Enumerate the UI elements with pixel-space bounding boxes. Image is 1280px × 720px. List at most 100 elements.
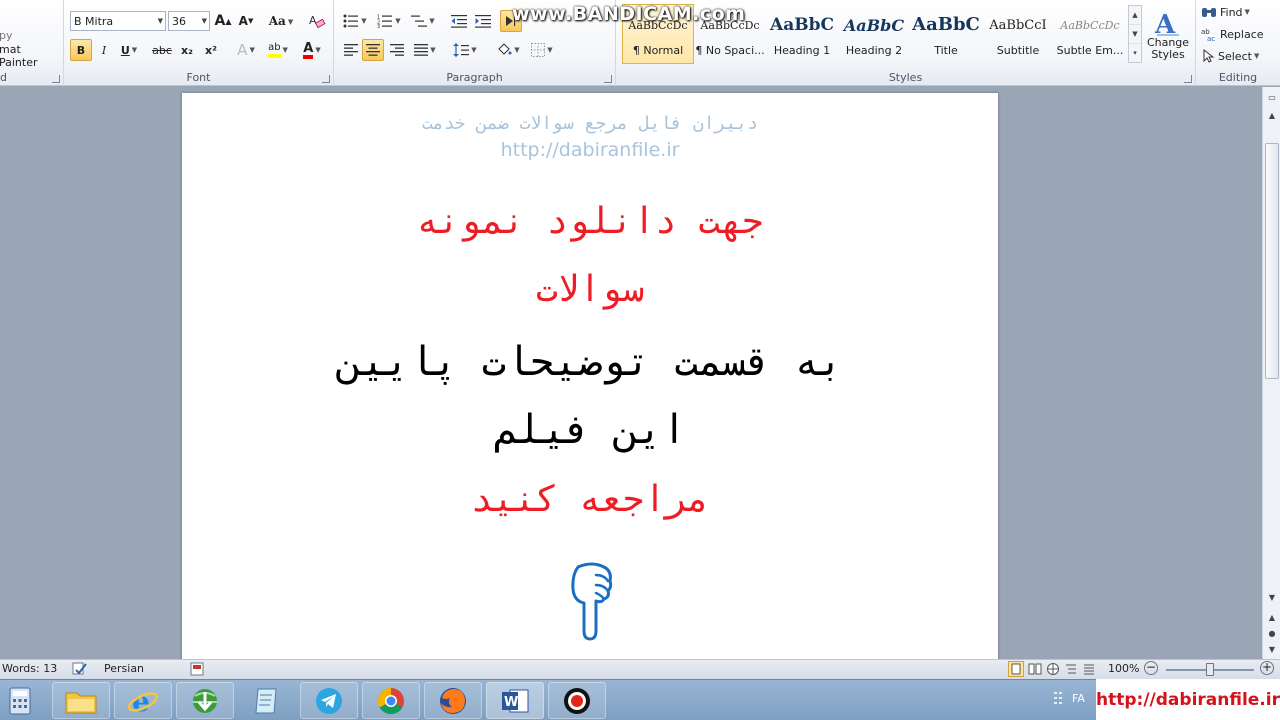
underline-button[interactable]: U ▼ <box>116 39 142 61</box>
subscript-button[interactable]: x₂ <box>176 39 198 61</box>
previous-page-icon[interactable]: ▲ <box>1263 611 1280 625</box>
input-language-indicator[interactable]: FA <box>1072 692 1085 705</box>
pointing-hand-icon <box>571 562 613 641</box>
style-gallery-scroller[interactable]: ▲ ▼ ▾ <box>1128 5 1142 63</box>
taskbar-word[interactable]: W <box>486 682 544 719</box>
numbering-button[interactable]: 1 2 3 ▼ <box>374 10 404 32</box>
macro-record-icon[interactable] <box>190 662 204 676</box>
increase-indent-icon <box>475 15 491 28</box>
draft-view-icon[interactable] <box>1082 662 1096 676</box>
highlight-icon: ab <box>268 42 281 58</box>
paragraph-group-label: Paragraph <box>446 71 503 84</box>
taskbar-chrome[interactable] <box>362 682 420 719</box>
taskbar-bandicam[interactable] <box>548 682 606 719</box>
shading-button[interactable]: ▼ <box>492 39 524 61</box>
recording-watermark: www.BANDICAM.com <box>512 3 746 25</box>
select-button[interactable]: Select ▼ <box>1200 46 1260 66</box>
font-name-combo[interactable]: B Mitra ▼ <box>70 11 166 31</box>
outline-view-icon[interactable] <box>1064 662 1078 676</box>
clear-formatting-button[interactable]: A <box>306 10 328 32</box>
multilevel-list-button[interactable]: ▼ <box>408 10 438 32</box>
font-launcher-icon[interactable] <box>322 75 330 83</box>
vertical-scrollbar[interactable]: ▭ ▲ ▼ ▲ ● ▼ <box>1262 87 1280 659</box>
align-right-button[interactable] <box>386 39 408 61</box>
justify-button[interactable]: ▼ <box>410 39 440 61</box>
align-left-button[interactable] <box>340 39 362 61</box>
chevron-up-icon[interactable]: ▲ <box>1129 6 1141 25</box>
change-case-button[interactable]: Aa ▼ <box>266 10 296 32</box>
paint-bucket-icon <box>498 43 512 55</box>
calculator-icon <box>9 687 31 714</box>
align-center-button[interactable] <box>362 39 384 61</box>
taskbar: e W FA <box>0 679 1280 720</box>
scroll-up-icon[interactable]: ▲ <box>1263 109 1280 123</box>
status-bar: Words: 13 Persian 100% − + <box>0 659 1280 679</box>
proofing-check-icon[interactable] <box>72 661 88 677</box>
italic-button[interactable]: I <box>94 39 114 61</box>
keyboard-layout-icon[interactable] <box>1054 690 1064 710</box>
shrink-font-button[interactable]: A ▼ <box>236 10 256 32</box>
decrease-indent-button[interactable] <box>448 10 470 32</box>
taskbar-internet-explorer[interactable]: e <box>114 682 172 719</box>
superscript-button[interactable]: x² <box>200 39 222 61</box>
text-effects-button[interactable]: A ▼ <box>232 39 260 61</box>
font-color-button[interactable]: A ▼ <box>296 39 328 61</box>
browse-object-icon[interactable]: ● <box>1263 627 1280 641</box>
ruler-toggle-icon[interactable]: ▭ <box>1263 91 1280 105</box>
ribbon: py mat Painter d B Mitra ▼ 36 ▼ A ▲ A ▼ Aa… <box>0 0 1280 86</box>
taskbar-calculator[interactable] <box>0 682 40 719</box>
change-styles-button[interactable]: A Change Styles <box>1144 4 1192 66</box>
svg-text:3: 3 <box>377 24 380 28</box>
taskbar-telegram[interactable] <box>300 682 358 719</box>
line-spacing-button[interactable]: ▼ <box>450 39 480 61</box>
document-page[interactable]: دبیران فایل مرجع سوالات ضمن خدمت http://… <box>182 93 998 659</box>
multilevel-list-icon <box>411 15 428 27</box>
style-preview: AaBbCcDc <box>1060 19 1120 32</box>
bullets-button[interactable]: ▼ <box>340 10 370 32</box>
style-tile-title[interactable]: AaBbC Title <box>910 4 982 64</box>
taskbar-notepad[interactable] <box>238 682 296 719</box>
taskbar-download-manager[interactable] <box>176 682 234 719</box>
print-layout-view-icon[interactable] <box>1008 661 1024 677</box>
style-tile-subtitle[interactable]: AaBbCcI Subtitle <box>982 4 1054 64</box>
borders-button[interactable]: ▼ <box>526 39 558 61</box>
styles-group-label: Styles <box>888 71 923 84</box>
zoom-level[interactable]: 100% <box>1108 662 1139 675</box>
word-count[interactable]: Words: 13 <box>2 662 57 675</box>
chevron-down-icon[interactable]: ▼ <box>1129 25 1141 44</box>
style-tile-heading-2[interactable]: AaBbC Heading 2 <box>838 4 910 64</box>
copy-button[interactable]: py <box>0 27 14 43</box>
next-page-icon[interactable]: ▼ <box>1263 643 1280 657</box>
clipboard-launcher-icon[interactable] <box>52 75 60 83</box>
change-case-icon: Aa <box>268 14 286 28</box>
web-layout-icon[interactable] <box>1046 662 1060 676</box>
format-painter-button[interactable]: mat Painter <box>0 43 63 69</box>
word-icon: W <box>502 689 529 712</box>
styles-launcher-icon[interactable] <box>1184 75 1192 83</box>
font-size-combo[interactable]: 36 ▼ <box>168 11 210 31</box>
scroll-thumb[interactable] <box>1265 143 1279 379</box>
full-screen-reading-icon[interactable] <box>1028 662 1042 676</box>
find-button[interactable]: Find ▼ <box>1200 2 1251 22</box>
justify-icon <box>414 44 429 56</box>
zoom-in-icon[interactable]: + <box>1260 661 1274 675</box>
language-indicator[interactable]: Persian <box>104 662 144 675</box>
strikethrough-button[interactable]: abc <box>150 39 174 61</box>
taskbar-file-explorer[interactable] <box>52 682 110 719</box>
style-tile-subtle-emphasis[interactable]: AaBbCcDc Subtle Em... <box>1054 4 1126 64</box>
style-tile-heading-1[interactable]: AaBbC Heading 1 <box>766 4 838 64</box>
replace-button[interactable]: ab ac Replace <box>1200 24 1265 44</box>
bold-button[interactable]: B <box>70 39 92 61</box>
gallery-more-icon[interactable]: ▾ <box>1129 44 1141 63</box>
paragraph-launcher-icon[interactable] <box>604 75 612 83</box>
bullets-icon <box>343 14 359 28</box>
increase-indent-button[interactable] <box>472 10 494 32</box>
zoom-out-icon[interactable]: − <box>1144 661 1158 675</box>
taskbar-firefox[interactable] <box>424 682 482 719</box>
editing-group-label: Editing <box>1218 71 1258 84</box>
grow-font-button[interactable]: A ▲ <box>212 10 234 32</box>
zoom-slider-thumb[interactable] <box>1206 663 1214 676</box>
scroll-down-icon[interactable]: ▼ <box>1263 591 1280 605</box>
cursor-icon <box>1203 49 1215 63</box>
highlight-button[interactable]: ab ▼ <box>262 39 294 61</box>
